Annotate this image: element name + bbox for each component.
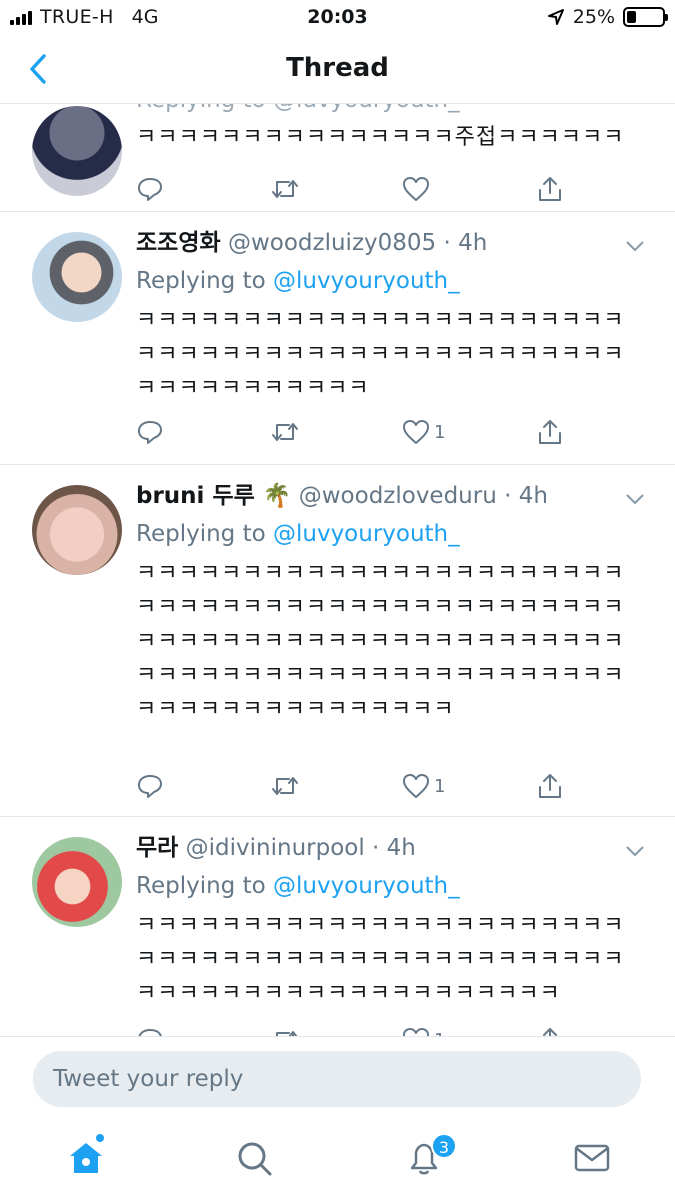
tweet[interactable]: 조조영화 @woodzluizy0805 · 4h Replying to @l… [0,212,675,465]
retweet-button[interactable] [270,417,300,447]
heart-icon [403,1028,429,1036]
heart-icon [403,420,429,444]
reply-bar: Tweet your reply [0,1036,675,1120]
avatar[interactable] [32,485,122,575]
reply-to-line: Replying to @luvyouryouth_ [136,104,460,115]
reply-prefix: Replying to [136,268,266,294]
home-icon[interactable] [66,1138,106,1178]
share-icon [539,774,561,798]
search-icon[interactable] [234,1138,274,1178]
timestamp: · 4h [504,483,548,509]
retweet-button[interactable] [270,174,300,204]
like-button[interactable]: 1 [402,1025,445,1036]
notification-badge: 3 [431,1133,457,1159]
retweet-icon [276,1031,298,1036]
reply-prefix: Replying to [136,873,266,899]
chevron-down-icon[interactable] [625,493,645,505]
mention-link[interactable]: @luvyouryouth_ [273,268,460,294]
retweet-button[interactable] [270,1025,300,1036]
like-button[interactable] [402,174,430,204]
tweet-text: ㅋㅋㅋㅋㅋㅋㅋㅋㅋㅋㅋㅋㅋㅋㅋ주접ㅋㅋㅋㅋㅋㅋ [136,125,625,150]
share-icon [539,177,561,201]
retweet-icon [272,423,298,441]
timestamp: · 4h [443,230,488,256]
tweet-actions [136,174,576,204]
share-button[interactable] [536,174,564,204]
home-unread-dot [96,1134,104,1142]
reply-button[interactable] [136,417,164,447]
tweet-text: ㅋㅋㅋㅋㅋㅋㅋㅋㅋㅋㅋㅋㅋㅋㅋㅋㅋㅋㅋㅋㅋㅋㅋㅋㅋㅋㅋㅋㅋㅋㅋㅋㅋㅋㅋㅋㅋㅋㅋㅋ… [136,561,625,722]
reply-icon [138,421,162,444]
display-name[interactable]: 무라 [136,835,178,861]
tweet-header: 조조영화 @woodzluizy0805 · 4h [136,228,615,258]
heart-icon [403,177,429,201]
reply-to-line: Replying to @luvyouryouth_ [136,519,460,549]
tweet-header: 무라 @idivininurpool · 4h [136,833,615,863]
retweet-icon [272,180,298,198]
battery-icon [623,7,668,27]
reply-button[interactable] [136,771,164,801]
retweet-icon [272,777,298,795]
reply-button[interactable] [136,1025,164,1036]
timestamp: · 4h [372,835,416,861]
status-bar: TRUE-H 4G 20:03 25% [0,0,675,34]
tweet-text: ㅋㅋㅋㅋㅋㅋㅋㅋㅋㅋㅋㅋㅋㅋㅋㅋㅋㅋㅋㅋㅋㅋㅋㅋㅋㅋㅋㅋㅋㅋㅋㅋㅋㅋㅋㅋㅋㅋㅋㅋ… [136,308,625,401]
like-button[interactable]: 1 [402,417,445,447]
thread-list: Replying to @luvyouryouth_ ㅋㅋㅋㅋㅋㅋㅋㅋㅋㅋㅋㅋㅋ… [0,104,675,1036]
mention-link[interactable]: @luvyouryouth_ [273,521,460,547]
tweet[interactable]: Replying to @luvyouryouth_ ㅋㅋㅋㅋㅋㅋㅋㅋㅋㅋㅋㅋㅋ… [0,104,675,212]
tweet-actions: 1 [136,1025,576,1036]
share-icon [543,1028,557,1036]
like-count: 1 [434,775,446,797]
heart-icon [403,774,429,798]
reply-icon [138,775,162,798]
reply-to-line: Replying to @luvyouryouth_ [136,266,460,296]
reply-icon [138,178,162,201]
like-button[interactable]: 1 [402,771,445,801]
avatar[interactable] [32,232,122,322]
nav-bar: Thread [0,34,675,104]
display-name[interactable]: bruni 두루 🌴 [136,483,291,509]
page-title: Thread [286,53,389,83]
display-name[interactable]: 조조영화 [136,230,221,256]
like-count: 1 [434,421,446,443]
location-arrow-icon [547,9,564,25]
tweet-actions: 1 [136,417,576,447]
chevron-down-icon[interactable] [625,240,645,252]
share-button[interactable] [536,771,564,801]
reply-prefix: Replying to [136,521,266,547]
share-icon [539,420,561,444]
user-handle[interactable]: @idivininurpool [186,835,365,861]
tweet-header: bruni 두루 🌴 @woodzloveduru · 4h [136,481,615,511]
reply-icon [138,1029,162,1036]
user-handle[interactable]: @woodzluizy0805 [228,230,436,256]
retweet-button[interactable] [270,771,300,801]
tweet-text: ㅋㅋㅋㅋㅋㅋㅋㅋㅋㅋㅋㅋㅋㅋㅋㅋㅋㅋㅋㅋㅋㅋㅋㅋㅋㅋㅋㅋㅋㅋㅋㅋㅋㅋㅋㅋㅋㅋㅋㅋ… [136,913,625,1006]
battery-percent: 25% [572,6,615,28]
share-button[interactable] [536,1025,564,1036]
user-handle[interactable]: @woodzloveduru [299,483,497,509]
tweet[interactable]: 무라 @idivininurpool · 4h Replying to @luv… [0,817,675,1036]
avatar[interactable] [32,837,122,927]
reply-to-line: Replying to @luvyouryouth_ [136,871,460,901]
tab-bar [0,1120,675,1200]
chevron-down-icon[interactable] [625,845,645,857]
mention-link[interactable]: @luvyouryouth_ [273,873,460,899]
reply-input[interactable]: Tweet your reply [33,1051,641,1107]
avatar[interactable] [32,106,122,196]
share-button[interactable] [536,417,564,447]
tweet-actions: 1 [136,771,576,801]
tweet[interactable]: bruni 두루 🌴 @woodzloveduru · 4h Replying … [0,465,675,817]
messages-icon[interactable] [572,1138,612,1178]
reply-button[interactable] [136,174,164,204]
